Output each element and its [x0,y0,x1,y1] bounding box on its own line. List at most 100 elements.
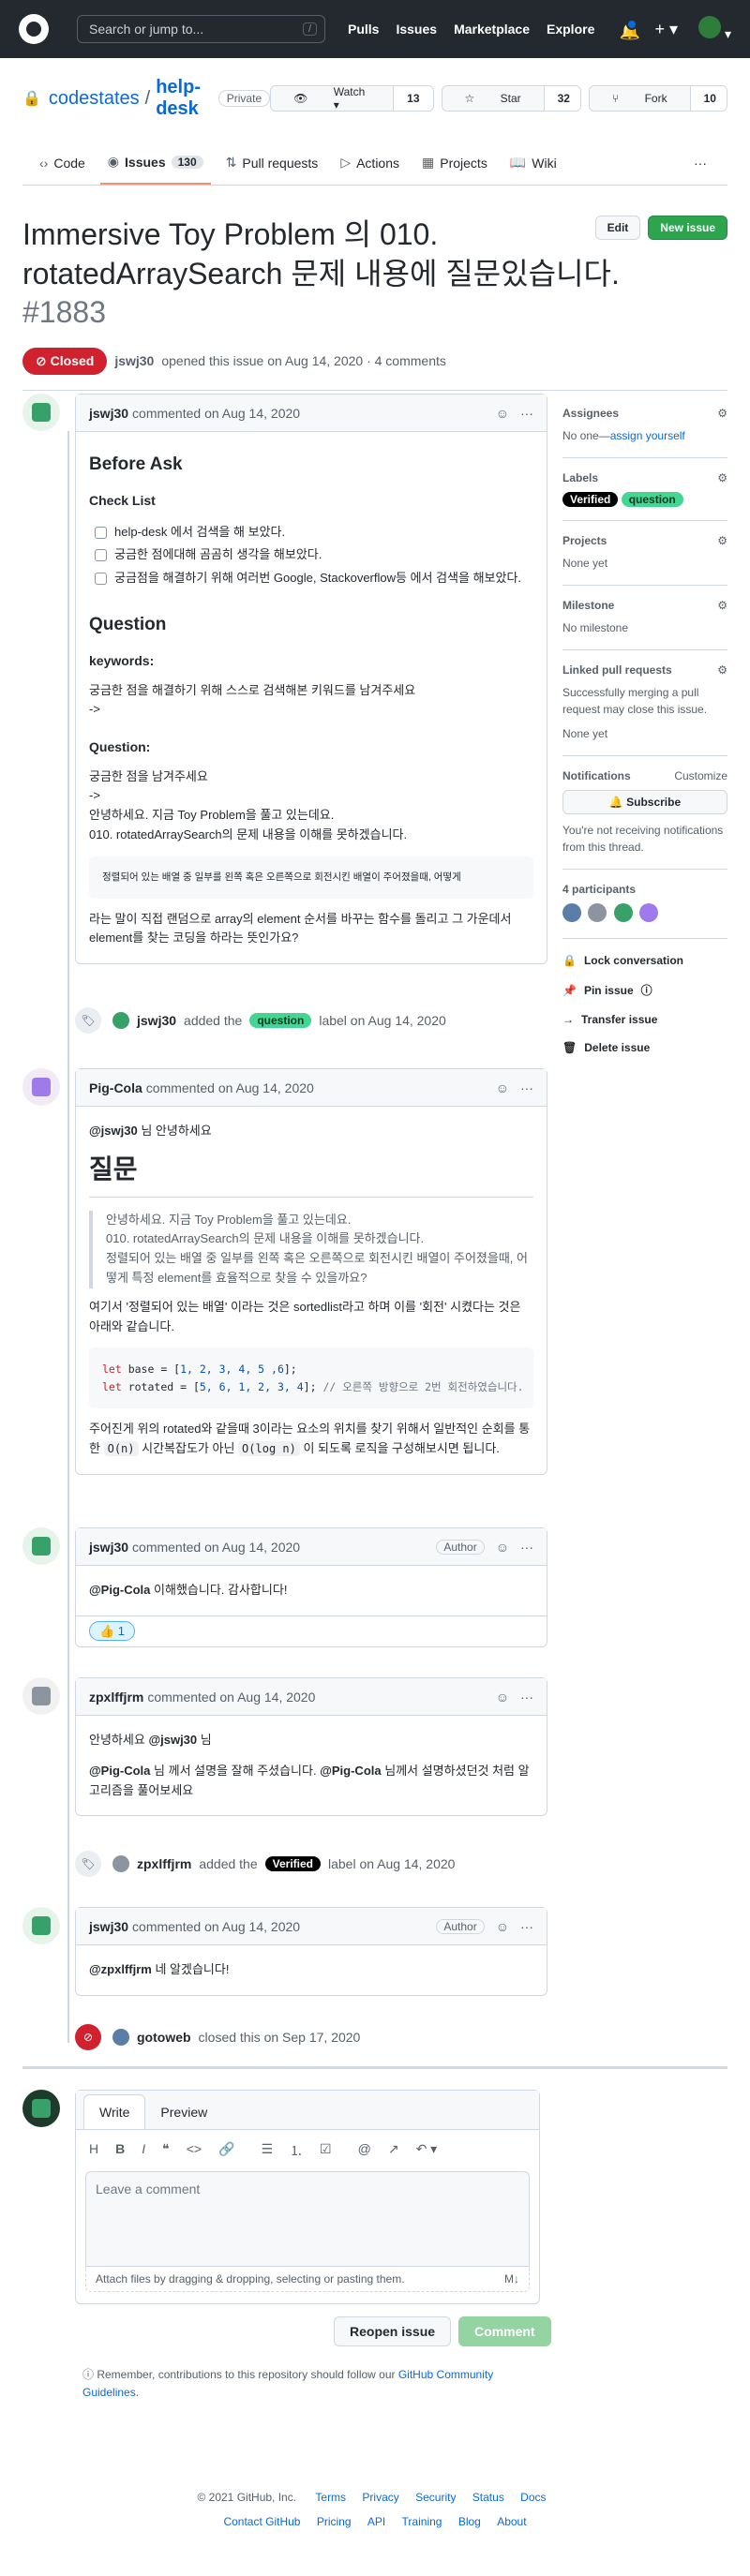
mention-link[interactable]: @Pig-Cola [320,1764,381,1778]
checkbox[interactable] [95,573,107,585]
footer-link-about[interactable]: About [497,2515,526,2528]
smiley-icon[interactable]: ☺ [496,406,509,421]
mention-link[interactable]: @Pig-Cola [89,1764,150,1778]
actor-avatar[interactable] [112,1855,129,1872]
mention-icon[interactable]: @ [358,2141,371,2160]
code-icon[interactable]: <> [187,2141,202,2160]
footer-link-blog[interactable]: Blog [458,2515,481,2528]
star-count[interactable]: 32 [543,86,581,111]
tabs-more-button[interactable]: ··· [686,141,714,185]
smiley-icon[interactable]: ☺ [496,1540,509,1555]
footer-link-privacy[interactable]: Privacy [362,2491,398,2504]
bulleted-list-icon[interactable]: ☰ [261,2141,273,2160]
actor-avatar[interactable] [112,1012,129,1029]
watch-button[interactable]: 👁 Watch ▾ 13 [270,85,434,112]
comment-author[interactable]: Pig-Cola [89,1080,142,1095]
lock-conversation-button[interactable]: 🔒 Lock conversation [562,946,728,975]
saved-replies-icon[interactable]: ↶ ▾ [416,2141,438,2160]
tab-projects[interactable]: ▦ Projects [414,141,495,185]
footer-link-status[interactable]: Status [472,2491,504,2504]
mention-link[interactable]: @Pig-Cola [89,1583,150,1597]
gear-icon[interactable]: ⚙ [717,471,728,484]
link-icon[interactable]: 🔗 [218,2141,234,2160]
nav-pulls[interactable]: Pulls [348,22,379,37]
heading-icon[interactable]: H [89,2141,98,2160]
edit-button[interactable]: Edit [594,216,641,240]
comment-date[interactable]: commented on Aug 14, 2020 [132,406,300,421]
fork-count[interactable]: 10 [689,86,727,111]
tab-preview[interactable]: Preview [145,2095,222,2129]
bold-icon[interactable]: B [115,2141,125,2160]
event-actor[interactable]: jswj30 [137,1013,176,1028]
comment-date[interactable]: commented on Aug 14, 2020 [147,1690,315,1705]
footer-link-security[interactable]: Security [415,2491,456,2504]
info-icon[interactable]: ⓘ [641,982,652,998]
notification-bell-icon[interactable]: 🔔 [620,19,640,40]
repo-name-link[interactable]: help-desk [156,77,207,120]
tab-issues[interactable]: ◉ Issues 130 [99,141,211,185]
participant-avatar[interactable] [639,903,659,922]
avatar-pig-cola[interactable] [22,1068,60,1106]
label-question[interactable]: question [621,492,683,507]
numbered-list-icon[interactable]: ⒈ [290,2141,303,2160]
footer-link-api[interactable]: API [368,2515,385,2528]
transfer-issue-button[interactable]: → Transfer issue [562,1005,728,1034]
create-new-button[interactable]: + ▾ [655,20,679,39]
tab-write[interactable]: Write [83,2094,146,2129]
mention-link[interactable]: @zpxlffjrm [89,1962,152,1976]
nav-marketplace[interactable]: Marketplace [454,22,530,37]
footer-link-training[interactable]: Training [402,2515,442,2528]
actor-avatar[interactable] [112,2029,129,2046]
attach-files-area[interactable]: Attach files by dragging & dropping, sel… [85,2267,530,2292]
smiley-icon[interactable]: ☺ [496,1080,509,1095]
reopen-issue-button[interactable]: Reopen issue [334,2316,452,2346]
tab-actions[interactable]: ▷ Actions [333,141,407,185]
search-input[interactable]: Search or jump to... / [77,15,325,43]
participant-avatar[interactable] [588,903,608,922]
kebab-menu-icon[interactable]: ··· [520,406,533,421]
participant-avatar[interactable] [562,903,581,922]
footer-link-terms[interactable]: Terms [315,2491,346,2504]
nav-issues[interactable]: Issues [396,22,437,37]
gear-icon[interactable]: ⚙ [717,599,728,612]
cross-reference-icon[interactable]: ↗ [388,2141,399,2160]
participant-avatar[interactable] [613,903,633,922]
footer-link-docs[interactable]: Docs [520,2491,546,2504]
repo-owner-link[interactable]: codestates [49,88,140,110]
kebab-menu-icon[interactable]: ··· [520,1690,533,1705]
pin-issue-button[interactable]: 📌 Pin issue ⓘ [562,975,728,1005]
user-menu[interactable]: ▾ [698,16,731,42]
kebab-menu-icon[interactable]: ··· [520,1919,533,1934]
new-issue-button[interactable]: New issue [648,216,728,240]
footer-link-contact[interactable]: Contact GitHub [223,2515,300,2528]
mention-link[interactable]: @jswj30 [89,1124,138,1138]
comment-date[interactable]: commented on Aug 14, 2020 [132,1919,300,1934]
thumbs-up-reaction[interactable]: 👍 1 [89,1620,136,1641]
current-user-avatar[interactable] [22,2090,60,2127]
assignees-heading[interactable]: Assignees [562,407,619,420]
delete-issue-button[interactable]: 🗑 Delete issue [562,1034,728,1062]
tab-wiki[interactable]: 📖 Wiki [502,141,564,185]
gear-icon[interactable]: ⚙ [717,534,728,547]
linked-prs-heading[interactable]: Linked pull requests [562,663,672,677]
milestone-heading[interactable]: Milestone [562,599,614,612]
markdown-icon[interactable]: M↓ [504,2272,519,2286]
avatar-jswj30[interactable] [22,394,60,431]
comment-author[interactable]: jswj30 [89,1540,128,1555]
comment-button[interactable]: Comment [458,2316,551,2346]
comment-date[interactable]: commented on Aug 14, 2020 [146,1080,314,1095]
label-question[interactable]: question [249,1013,312,1028]
smiley-icon[interactable]: ☺ [496,1690,509,1705]
footer-link-pricing[interactable]: Pricing [317,2515,352,2528]
issue-author-link[interactable]: jswj30 [114,353,154,368]
checkbox[interactable] [95,526,107,539]
comment-author[interactable]: zpxlffjrm [89,1690,143,1705]
star-button[interactable]: ☆ Star 32 [441,85,582,112]
tab-code[interactable]: ‹› Code [32,141,93,185]
avatar-jswj30[interactable] [22,1527,60,1565]
watch-count[interactable]: 13 [393,86,433,111]
customize-link[interactable]: Customize [674,769,728,782]
label-verified[interactable]: Verified [264,1856,321,1871]
gear-icon[interactable]: ⚙ [717,407,728,420]
checkbox[interactable] [95,549,107,562]
